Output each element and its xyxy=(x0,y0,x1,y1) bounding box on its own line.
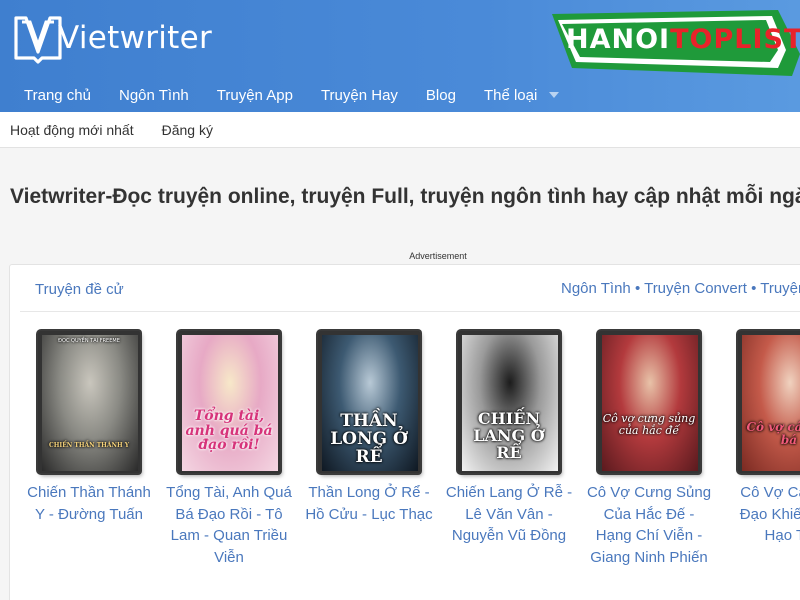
book-card[interactable]: Cô vợ cá quá bá Cô Vợ Cân Bá Đạo Khiết -… xyxy=(725,331,800,547)
featured-stories-panel: Truyện đề cử Ngôn Tình • Truyện Convert … xyxy=(9,264,800,600)
cover-title-text: CHIẾN THẦN THÁNH Y xyxy=(48,442,130,449)
hanoitoplist-watermark-text: HANOITOPLIST xyxy=(566,24,800,55)
page-title: Vietwriter-Đọc truyện online, truyện Ful… xyxy=(10,185,800,208)
site-name: Vietwriter xyxy=(58,20,213,56)
cover-top-text: ĐỌC QUYỀN TẠI FREEME xyxy=(58,338,120,344)
cover-title-text: Tổng tài, anh quá bá đạo rồi! xyxy=(185,408,273,454)
book-cover[interactable]: Tổng tài, anh quá bá đạo rồi! xyxy=(178,331,280,473)
book-logo-icon xyxy=(12,12,64,64)
book-title[interactable]: Tổng Tài, Anh Quá Bá Đạo Rồi - Tô Lam - … xyxy=(165,482,293,568)
book-cover[interactable]: Cô vợ cưng sủng của hắc đế xyxy=(598,331,700,473)
cover-title-text: CHIẾN LANG Ở RỂ xyxy=(473,409,545,462)
sub-nav: Hoạt động mới nhất Đăng ký xyxy=(0,112,800,148)
book-card[interactable]: Cô vợ cưng sủng của hắc đế Cô Vợ Cưng Sủ… xyxy=(585,331,713,568)
nav-item-truyen-hay[interactable]: Truyện Hay xyxy=(307,78,412,112)
subnav-item-register[interactable]: Đăng ký xyxy=(148,122,227,138)
nav-item-blog[interactable]: Blog xyxy=(412,78,470,112)
nav-item-ngon-tinh[interactable]: Ngôn Tình xyxy=(105,78,203,112)
book-card[interactable]: THẦN LONG Ở RỂ Thần Long Ở Rể - Hồ Cửu -… xyxy=(305,331,433,525)
chevron-down-icon xyxy=(549,92,560,98)
cover-art-6 xyxy=(742,335,800,471)
book-title[interactable]: Chiến Thần Thánh Y - Đường Tuấn xyxy=(25,482,153,525)
book-cover[interactable]: Cô vợ cá quá bá xyxy=(738,331,800,473)
book-title[interactable]: Chiến Lang Ở Rễ - Lê Văn Vân - Nguyễn Vũ… xyxy=(445,482,573,547)
book-cover[interactable]: ĐỌC QUYỀN TẠI FREEME CHIẾN THẦN THÁNH Y xyxy=(38,331,140,473)
book-card[interactable]: CHIẾN LANG Ở RỂ Chiến Lang Ở Rễ - Lê Văn… xyxy=(445,331,573,547)
cover-title-text: THẦN LONG Ở RỂ xyxy=(330,411,408,467)
cover-art-1 xyxy=(42,335,138,471)
site-logo[interactable]: Vietwriter xyxy=(12,12,212,64)
nav-item-home[interactable]: Trang chủ xyxy=(0,78,105,112)
book-title[interactable]: Cô Vợ Cân Bá Đạo Khiết - Ng Hạo Th xyxy=(725,482,800,547)
book-cover[interactable]: THẦN LONG Ở RỂ xyxy=(318,331,420,473)
category-links[interactable]: Ngôn Tình • Truyện Convert • Truyện xyxy=(561,280,800,297)
book-card[interactable]: ĐỌC QUYỀN TẠI FREEME CHIẾN THẦN THÁNH Y … xyxy=(25,331,153,525)
cover-title-text: Cô vợ cưng sủng của hắc đế xyxy=(602,412,696,437)
advertisement-label: Advertisement xyxy=(409,251,467,261)
panel-title: Truyện đề cử xyxy=(35,281,124,298)
nav-item-the-loai-label: Thể loại xyxy=(483,86,538,104)
book-title[interactable]: Cô Vợ Cưng Sủng Của Hắc Đế - Hạng Chí Vi… xyxy=(585,482,713,568)
cover-art-5 xyxy=(602,335,698,471)
book-title[interactable]: Thần Long Ở Rể - Hồ Cửu - Lục Thạc xyxy=(305,482,433,525)
book-cover[interactable]: CHIẾN LANG Ở RỂ xyxy=(458,331,560,473)
nav-item-the-loai[interactable]: Thể loại xyxy=(470,78,573,112)
cover-title-text: Cô vợ cá quá bá xyxy=(746,420,800,447)
main-nav: Trang chủ Ngôn Tình Truyện App Truyện Ha… xyxy=(0,78,573,112)
divider xyxy=(20,311,800,312)
nav-item-truyen-app[interactable]: Truyện App xyxy=(203,78,307,112)
subnav-item-recent-activity[interactable]: Hoạt động mới nhất xyxy=(0,122,148,138)
book-card[interactable]: Tổng tài, anh quá bá đạo rồi! Tổng Tài, … xyxy=(165,331,293,568)
